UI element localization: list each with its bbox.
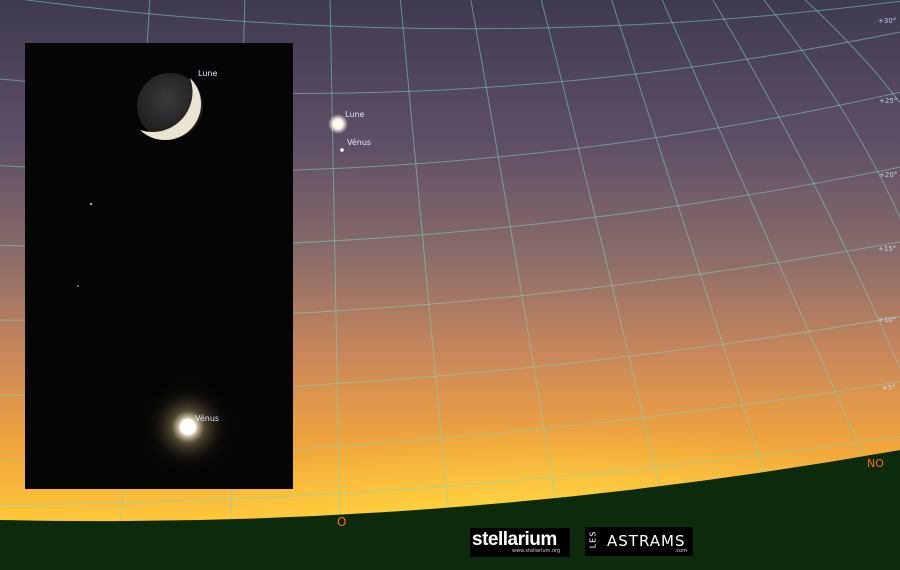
cardinal-west: O <box>337 515 347 529</box>
altitude-label-25: +25° <box>879 97 898 105</box>
altitude-label-10: +10° <box>878 316 897 324</box>
moon-inset-label: Lune <box>198 69 218 78</box>
moon-sky-label: Lune <box>345 110 365 119</box>
venus-sky <box>340 148 344 152</box>
altitude-label-20: +20° <box>879 171 898 179</box>
astrams-logo-com: .com <box>674 548 687 554</box>
astrams-logo: LES ASTRAMS .com <box>585 527 693 556</box>
moon-sky <box>333 119 343 129</box>
venus-disc <box>180 419 196 435</box>
inset-sky <box>25 43 293 489</box>
altitude-label-30: +30° <box>878 17 897 25</box>
faint-star-2 <box>77 285 79 287</box>
astrams-logo-text: ASTRAMS <box>607 532 686 550</box>
venus-inset-label: Vénus <box>195 414 220 423</box>
stellarium-logo-url: www.stellarium.org <box>512 548 561 554</box>
faint-star-1 <box>90 203 92 205</box>
telescope-view-inset: Lune Vénus <box>25 43 293 489</box>
stellarium-logo: stellarium www.stellarium.org <box>470 528 570 557</box>
altitude-label-5: +5° <box>882 384 896 392</box>
astrams-logo-les: LES <box>588 530 598 549</box>
cardinal-northwest: NO <box>867 457 884 470</box>
venus-sky-label: Vénus <box>347 138 372 147</box>
altitude-label-15: +15° <box>878 245 897 253</box>
